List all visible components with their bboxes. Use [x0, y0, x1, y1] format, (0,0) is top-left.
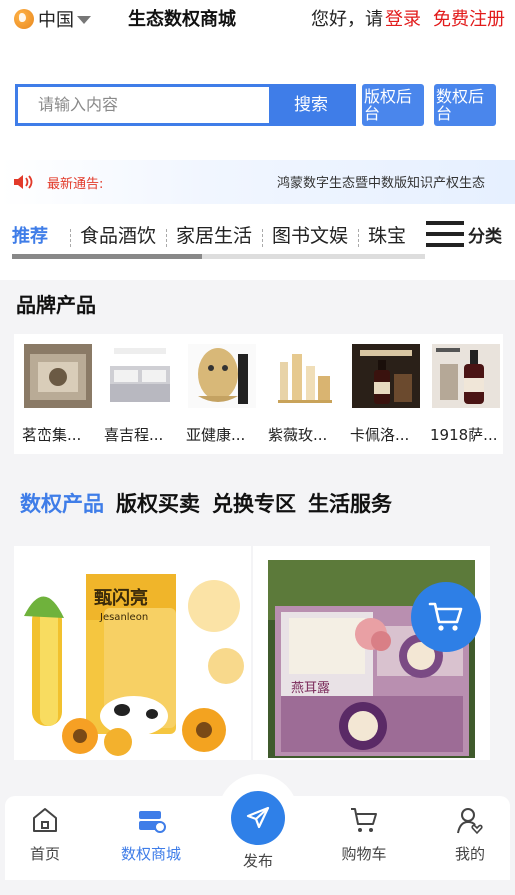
- tab-jewelry[interactable]: 珠宝: [358, 219, 416, 250]
- brand-name: 1918萨...: [430, 426, 498, 444]
- nav-store[interactable]: 数权商城: [111, 796, 191, 880]
- brand-item[interactable]: 茗峦集...: [22, 344, 94, 445]
- tab-home-living[interactable]: 家居生活: [166, 219, 262, 250]
- brand-name: 亚健康...: [186, 426, 246, 444]
- product-card[interactable]: 甄闪亮 Jesanleon: [14, 546, 251, 760]
- wine-bottle-image: [432, 344, 500, 408]
- milk-corn-product-image: 甄闪亮 Jesanleon: [14, 546, 251, 760]
- tab-label: 食品酒饮: [80, 225, 157, 247]
- brand-name: 紫薇玫...: [268, 426, 328, 444]
- copyright-admin-button[interactable]: 版权后台: [362, 84, 424, 126]
- tab-label: 图书文娱: [272, 225, 349, 247]
- product-brand-text: 甄闪亮: [94, 587, 148, 609]
- app-title: 生态数权商城: [128, 9, 236, 30]
- category-menu-button[interactable]: 分类: [426, 219, 502, 249]
- home-icon: [33, 808, 57, 832]
- nav-home[interactable]: 首页: [5, 796, 85, 880]
- tab-copyright-trading[interactable]: 版权买卖: [116, 488, 200, 518]
- brand-item[interactable]: 亚健康...: [186, 344, 258, 445]
- tab-label: 推荐: [12, 226, 48, 247]
- floating-cart-button[interactable]: [411, 582, 481, 652]
- brand-item[interactable]: 紫薇玫...: [268, 344, 340, 445]
- product-card[interactable]: 燕耳露: [253, 546, 490, 760]
- scrollbar-thumb[interactable]: [12, 254, 202, 259]
- brand-item[interactable]: 1918萨...: [430, 344, 502, 445]
- notice-label: 最新通告:: [47, 177, 104, 192]
- nav-profile[interactable]: 我的: [430, 796, 510, 880]
- nav-label: 数权商城: [120, 845, 181, 863]
- brand-section-title: 品牌产品: [16, 293, 96, 317]
- product-tabs: 数权产品 版权买卖 兑换专区 生活服务: [20, 488, 392, 518]
- tab-digital-products[interactable]: 数权产品: [20, 488, 104, 518]
- login-link[interactable]: 登录: [385, 5, 421, 31]
- tab-label: 珠宝: [368, 225, 407, 247]
- tab-life-services[interactable]: 生活服务: [308, 488, 392, 518]
- send-icon: [246, 806, 270, 829]
- product-sub-text: Jesanleon: [99, 612, 148, 623]
- tab-books-entertainment[interactable]: 图书文娱: [262, 219, 358, 250]
- category-tabs: 推荐 食品酒饮 家居生活 图书文娱 珠宝: [0, 219, 425, 251]
- brand-list: 茗峦集... 喜吉程... 亚健康... 紫薇玫... 卡佩洛... 1918萨…: [14, 334, 503, 454]
- tab-exchange-zone[interactable]: 兑换专区: [212, 488, 296, 518]
- bedding-product-image: [106, 344, 174, 408]
- tab-recommend[interactable]: 推荐: [0, 220, 70, 250]
- product-brand-text: 燕耳露: [291, 681, 330, 696]
- region-selector[interactable]: 中国: [14, 6, 91, 32]
- cart-icon: [428, 602, 463, 631]
- nav-label: 首页: [29, 845, 60, 863]
- caret-down-icon: [77, 16, 91, 24]
- wine-bottle-image: [352, 344, 420, 408]
- category-bar: 推荐 食品酒饮 家居生活 图书文娱 珠宝 分类: [0, 204, 515, 280]
- brand-name: 卡佩洛...: [350, 426, 410, 444]
- bag-product-image: [24, 344, 92, 408]
- brand-item[interactable]: 喜吉程...: [104, 344, 176, 445]
- nav-label: 我的: [454, 845, 485, 863]
- search-input[interactable]: 请输入内容: [18, 87, 269, 123]
- category-menu-label: 分类: [468, 226, 502, 247]
- tab-scrollbar[interactable]: [12, 254, 425, 259]
- cosmetics-set-image: [270, 344, 338, 408]
- search-box: 请输入内容 搜索: [15, 84, 356, 126]
- brand-item[interactable]: 卡佩洛...: [350, 344, 422, 445]
- nav-cart[interactable]: 购物车: [324, 796, 404, 880]
- register-link[interactable]: 免费注册: [433, 5, 505, 31]
- tab-label: 家居生活: [176, 225, 253, 247]
- region-label: 中国: [38, 10, 74, 31]
- brand-name: 茗峦集...: [22, 426, 82, 444]
- nav-publish-label: 发布: [242, 852, 273, 870]
- notice-text[interactable]: 鸿蒙数字生态暨中数版知识产权生态: [277, 172, 487, 191]
- brand-name: 喜吉程...: [104, 426, 164, 444]
- beauty-mask-device-image: [188, 344, 256, 408]
- tab-food-drink[interactable]: 食品酒饮: [70, 219, 166, 250]
- cart-icon: [351, 808, 377, 832]
- greeting-area: 您好，请 登录 免费注册: [311, 5, 505, 31]
- menu-icon: [426, 219, 464, 249]
- birds-nest-gift-box-image: 燕耳露: [253, 546, 490, 760]
- globe-icon: [14, 9, 34, 29]
- greeting-text: 您好，请: [311, 9, 383, 30]
- nav-label: 购物车: [341, 845, 387, 863]
- digital-admin-button[interactable]: 数权后台: [434, 84, 496, 126]
- store-icon: [139, 811, 166, 833]
- speaker-icon: [14, 175, 33, 189]
- nav-publish[interactable]: [231, 791, 285, 845]
- user-icon: [457, 808, 483, 835]
- notice-bar[interactable]: 最新通告: 鸿蒙数字生态暨中数版知识产权生态: [0, 160, 515, 204]
- search-button[interactable]: 搜索: [269, 87, 353, 123]
- top-bar: 中国 生态数权商城 您好，请 登录 免费注册: [0, 0, 515, 34]
